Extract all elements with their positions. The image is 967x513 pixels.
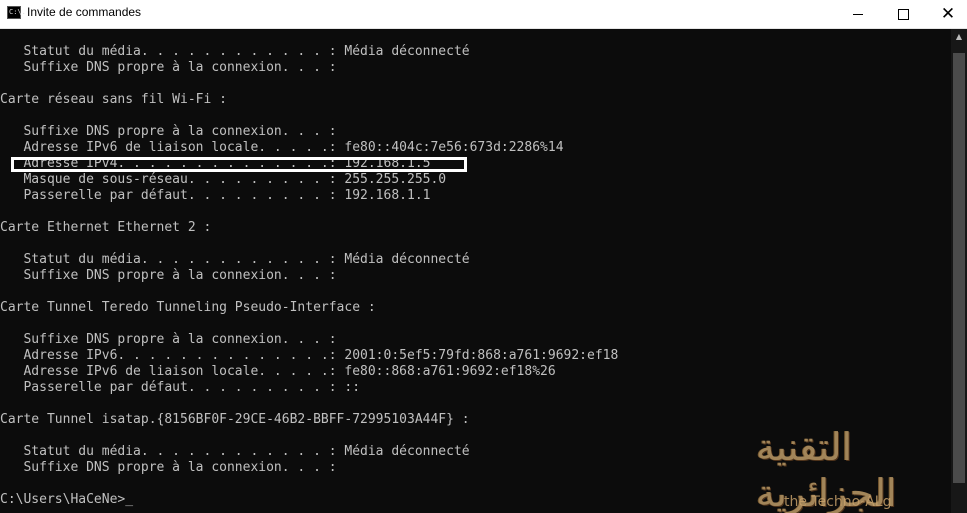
title-bar[interactable]: C:\. Invite de commandes ✕ bbox=[0, 0, 967, 29]
scroll-up-arrow-icon[interactable]: ▲ bbox=[951, 29, 967, 45]
console-line: Passerelle par défaut. . . . . . . . . :… bbox=[0, 188, 431, 203]
console-line: Carte réseau sans fil Wi-Fi : bbox=[0, 92, 227, 107]
console-line: Carte Tunnel isatap.{8156BF0F-29CE-46B2-… bbox=[0, 412, 470, 427]
minimize-button[interactable] bbox=[835, 0, 881, 28]
console-line: Adresse IPv6. . . . . . . . . . . . . .:… bbox=[0, 348, 619, 363]
console-line: Suffixe DNS propre à la connexion. . . : bbox=[0, 124, 337, 139]
console-line: Carte Tunnel Teredo Tunneling Pseudo-Int… bbox=[0, 300, 376, 315]
ipv4-highlight-box bbox=[11, 157, 467, 172]
console-line: Statut du média. . . . . . . . . . . . :… bbox=[0, 44, 470, 59]
latin-watermark-text: the Techno-ALg bbox=[784, 494, 892, 510]
cmd-icon: C:\. bbox=[7, 6, 26, 19]
command-prompt-line[interactable]: C:\Users\HaCeNe>_ bbox=[0, 492, 133, 508]
minimize-icon bbox=[853, 13, 863, 15]
console-line: Statut du média. . . . . . . . . . . . :… bbox=[0, 252, 470, 267]
close-button[interactable]: ✕ bbox=[925, 0, 967, 28]
console-line: Suffixe DNS propre à la connexion. . . : bbox=[0, 460, 337, 475]
console-line: Passerelle par défaut. . . . . . . . . :… bbox=[0, 380, 361, 395]
maximize-icon bbox=[897, 8, 909, 20]
watermark: التقنية الجزائرية the Techno-ALg bbox=[752, 412, 967, 513]
console-line: Statut du média. . . . . . . . . . . . :… bbox=[0, 444, 470, 459]
console-line: Suffixe DNS propre à la connexion. . . : bbox=[0, 332, 337, 347]
close-icon: ✕ bbox=[940, 4, 956, 24]
console-line: Carte Ethernet Ethernet 2 : bbox=[0, 220, 212, 235]
window-title: Invite de commandes bbox=[27, 5, 142, 19]
console-line: Suffixe DNS propre à la connexion. . . : bbox=[0, 60, 337, 75]
console-line: Adresse IPv6 de liaison locale. . . . .:… bbox=[0, 364, 556, 379]
console-line: Adresse IPv6 de liaison locale. . . . .:… bbox=[0, 140, 564, 155]
command-prompt-window: C:\. Invite de commandes ✕ Statut du méd… bbox=[0, 0, 967, 513]
maximize-button[interactable] bbox=[880, 0, 926, 28]
console-line: Suffixe DNS propre à la connexion. . . : bbox=[0, 268, 337, 283]
console-line: Masque de sous-réseau. . . . . . . . . :… bbox=[0, 172, 447, 187]
